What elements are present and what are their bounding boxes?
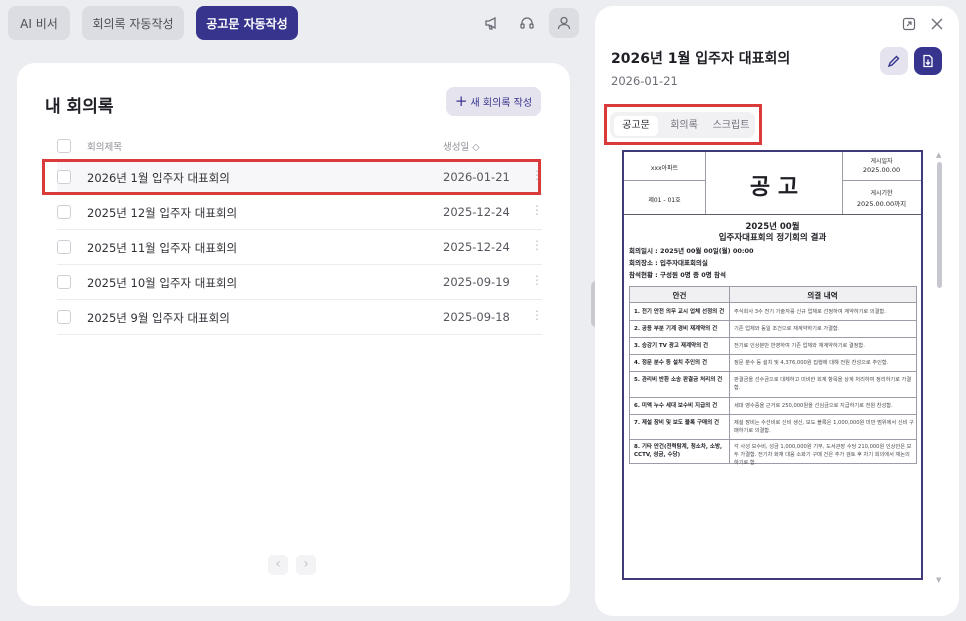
posting-period: 2025.00.00까지 [856, 200, 907, 208]
agenda-result: 기존 업체와 동일 조건으로 재계약하기로 가결함. [734, 326, 840, 332]
agenda-result: 정문 분수 등 설치 및 4,376,000원 집행에 대해 전원 찬성으로 추… [734, 360, 889, 366]
agenda-result: 전기료 인상분만 반영하여 기존 업체와 재계약하기로 결정함. [734, 343, 865, 349]
selection-highlight [42, 159, 541, 195]
table-row[interactable]: 2025년 12월 입주자 대표회의 2025-12-24 ⋮ [57, 195, 543, 230]
row-checkbox[interactable] [57, 310, 71, 324]
pagination-prev[interactable]: ‹ [268, 555, 288, 575]
expand-icon[interactable] [899, 14, 919, 34]
table-row[interactable]: 2025년 11월 입주자 대표회의 2025-12-24 ⋮ [57, 230, 543, 265]
meeting-datetime: 회의일시 : 2025년 00월 00일(월) 00:00 [629, 247, 754, 255]
agenda-result: 세대 영수증을 근거로 250,000원을 선심금으로 지급하기로 전원 찬성함… [734, 403, 893, 409]
doc-heading-2: 입주자대표회의 정기회의 결과 [718, 233, 827, 243]
tab-minutes-auto[interactable]: 회의록 자동작성 [82, 6, 184, 40]
headset-icon[interactable] [514, 10, 540, 36]
table-row[interactable]: 2025년 10월 입주자 대표회의 2025-09-19 ⋮ [57, 265, 543, 300]
close-icon[interactable] [927, 14, 947, 34]
scroll-up-icon[interactable]: ▲ [936, 151, 941, 159]
tabs-highlight [604, 104, 762, 145]
posting-date-label: 게시일자 [870, 158, 893, 165]
edit-button[interactable] [880, 47, 908, 75]
row-checkbox[interactable] [57, 240, 71, 254]
table-row[interactable]: 2025년 9월 입주자 대표회의 2025-09-18 ⋮ [57, 300, 543, 335]
table-header-agenda: 안건 [672, 291, 687, 300]
agenda-item: 2. 공용 부분 기계 경비 재계약의 건 [634, 326, 718, 332]
table-header: 회의제목 생성일 ◇ [57, 130, 542, 160]
row-date: 2025-12-24 [443, 240, 510, 254]
more-icon[interactable]: ⋮ [531, 308, 543, 322]
tab-notice-auto[interactable]: 공고문 자동작성 [196, 6, 298, 40]
agenda-item: 8. 기타 안건(전력탐계, 청소차, 소방, CCTV, 성금, 수당) [634, 444, 723, 458]
agenda-result: 판결금을 선수금으로 대체하고 미비한 회계 항목을 상계 처리하여 정리하기로… [734, 377, 912, 391]
row-date: 2025-09-18 [443, 310, 510, 324]
agenda-item: 5. 관리비 반환 소송 판결금 처리의 건 [634, 377, 723, 383]
agenda-result: 제설 장비는 수선비로 신비 생신, 보도 블록은 1,000,000원 미만 … [734, 420, 914, 434]
row-checkbox[interactable] [57, 275, 71, 289]
posting-period-label: 게시기한 [870, 190, 893, 197]
row-title: 2025년 10월 입주자 대표회의 [87, 276, 238, 290]
more-icon[interactable]: ⋮ [531, 273, 543, 287]
agenda-item: 3. 승강기 TV 광고 재계약의 건 [634, 343, 709, 349]
apartment-name: xxx아파트 [650, 165, 679, 172]
more-icon[interactable]: ⋮ [531, 203, 543, 217]
more-icon[interactable]: ⋮ [531, 238, 543, 252]
doc-scrollbar[interactable] [937, 162, 942, 288]
user-icon[interactable] [549, 8, 579, 38]
page-title: 내 회의록 [45, 97, 114, 117]
column-date[interactable]: 생성일 ◇ [443, 139, 480, 153]
column-title: 회의제목 [87, 142, 122, 153]
pagination-next[interactable]: › [296, 555, 316, 575]
notice-document: xxx아파트 제01 - 01호 공 고 게시일자 2025.00.00 게시기… [622, 150, 923, 580]
row-title: 2025년 9월 입주자 대표회의 [87, 311, 230, 325]
row-date: 2025-12-24 [443, 205, 510, 219]
agenda-item: 1. 전기 안전 의무 교시 업체 선정의 건 [634, 309, 725, 315]
detail-title: 2026년 1월 입주자 대표회의 [611, 51, 791, 67]
new-minutes-label: 새 회의록 작성 [470, 98, 533, 109]
attendance: 참석현황 : 구성원 0명 중 0명 참석 [629, 271, 726, 279]
select-all-checkbox[interactable] [57, 139, 71, 153]
megaphone-icon[interactable] [479, 10, 505, 36]
minutes-list-card: 내 회의록 + 새 회의록 작성 회의제목 생성일 ◇ 2026년 1월 입주자… [17, 63, 570, 606]
row-date: 2025-09-19 [443, 275, 510, 289]
table-header-result: 의결 내역 [807, 291, 838, 300]
agenda-result: 각 사성 보수비, 성금 1,000,000원 기부, 도서관장 수당 210,… [734, 444, 912, 466]
detail-date: 2026-01-21 [611, 74, 678, 88]
agenda-item: 4. 정문 분수 등 설치 추인의 건 [634, 360, 708, 366]
download-button[interactable] [914, 47, 942, 75]
posting-date: 2025.00.00 [862, 166, 901, 174]
new-minutes-button[interactable]: + 새 회의록 작성 [446, 87, 541, 116]
row-title: 2025년 12월 입주자 대표회의 [87, 206, 238, 220]
tab-ai-assistant[interactable]: AI 비서 [8, 6, 70, 40]
row-title: 2025년 11월 입주자 대표회의 [87, 241, 238, 255]
agenda-result: 주식회사 3수 전기 기술자를 신규 업체로 선정하여 계약하기로 의결함. [734, 309, 886, 315]
notice-heading: 공 고 [749, 175, 799, 200]
resolution-table: 안건 의결 내역 1. 전기 안전 의무 교시 업체 선정의 건 주식회사 3수… [629, 286, 917, 466]
meeting-place: 회의장소 : 입주자대표회의실 [629, 259, 708, 267]
notice-number: 제01 - 01호 [648, 197, 681, 204]
agenda-item: 6. 미액 누수 세대 보수비 지급의 건 [634, 403, 718, 409]
agenda-item: 7. 제설 장비 및 보도 블록 구매의 건 [634, 420, 720, 426]
scroll-down-icon[interactable]: ▼ [936, 576, 941, 584]
plus-icon: + [454, 92, 468, 110]
row-checkbox[interactable] [57, 205, 71, 219]
